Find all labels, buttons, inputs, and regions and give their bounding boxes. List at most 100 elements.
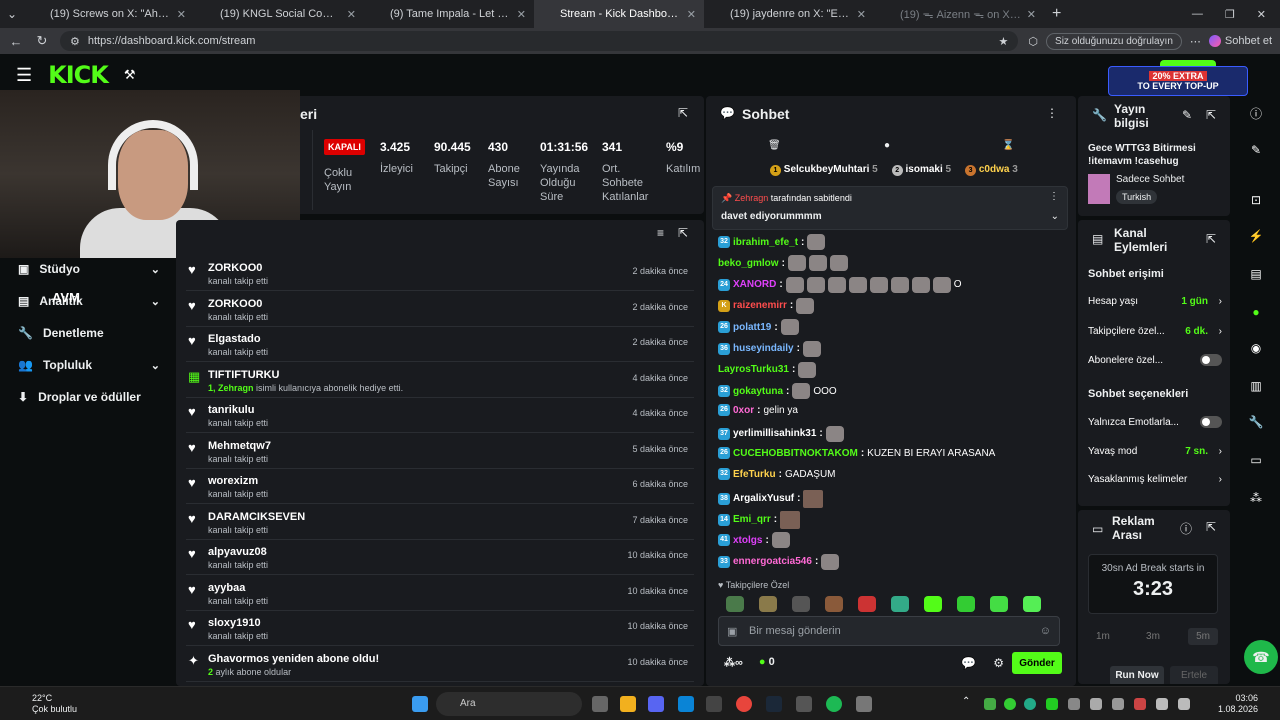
layout-icon[interactable]: ▥ bbox=[1246, 376, 1266, 396]
top-chatter[interactable]: 3 c0dwa 3 bbox=[965, 164, 1018, 176]
tray-icon[interactable] bbox=[1112, 698, 1124, 710]
drops-icon[interactable]: ⁂ bbox=[1246, 488, 1266, 508]
discord-icon[interactable] bbox=[648, 696, 664, 712]
chat-username[interactable]: ibrahim_efe_t bbox=[733, 237, 798, 248]
chat-username[interactable]: beko_gmlow bbox=[718, 258, 779, 269]
broadcast-icon[interactable]: ◉ bbox=[1246, 338, 1266, 358]
popout-icon[interactable]: ⇱ bbox=[678, 226, 688, 240]
taskbar-search[interactable]: Ara bbox=[436, 692, 582, 716]
chat-username[interactable]: raizenemirr bbox=[733, 300, 787, 311]
chat-username[interactable]: xtolgs bbox=[733, 535, 762, 546]
support-chat-button[interactable]: ☎ bbox=[1244, 640, 1278, 674]
weather-widget[interactable]: 22°C Çok bulutlu bbox=[12, 693, 77, 715]
sidebar-item-community[interactable]: 👥 Topluluk ⌄ bbox=[18, 358, 160, 372]
infinity-icon[interactable]: ⁂∞ bbox=[724, 656, 743, 669]
tray-icon[interactable] bbox=[984, 698, 996, 710]
emote-only-row[interactable]: Yalnızca Emotlarla... bbox=[1088, 416, 1222, 428]
edge-icon[interactable] bbox=[678, 696, 694, 712]
minimize-icon[interactable]: — bbox=[1192, 8, 1203, 21]
tab-2[interactable]: (9) Tame Impala - Let It Happen (O ✕ bbox=[364, 0, 534, 28]
close-window-icon[interactable]: ✕ bbox=[1257, 8, 1266, 21]
focus-icon[interactable]: ⊡ bbox=[1246, 190, 1266, 210]
site-info-icon[interactable]: ⚙ bbox=[70, 35, 80, 48]
emote-icon[interactable] bbox=[957, 596, 975, 612]
tab-4[interactable]: (19) jaydenre on X: "Evleri yakın ol ✕ bbox=[704, 0, 874, 28]
popout-icon[interactable]: ⇱ bbox=[1206, 232, 1216, 246]
chrome-icon[interactable] bbox=[736, 696, 752, 712]
language-tag[interactable]: Turkish bbox=[1116, 190, 1158, 204]
tab-5[interactable]: (19) ᯓ Aizenn ᯓ on X: "yemek yay ✕ bbox=[874, 0, 1044, 28]
banned-words-row[interactable]: Yasaklanmış kelimeler › bbox=[1088, 474, 1222, 485]
emote-icon[interactable] bbox=[827, 276, 846, 293]
chat-username[interactable]: yerlimillisahink31 bbox=[733, 428, 816, 439]
popout-icon[interactable]: ⇱ bbox=[678, 106, 688, 120]
emote-icon[interactable] bbox=[802, 340, 821, 357]
casehug-promo-banner[interactable]: 20% EXTRA TO EVERY TOP-UP bbox=[1108, 66, 1248, 96]
chat-username[interactable]: LayrosTurku31 bbox=[718, 364, 789, 375]
close-tab-icon[interactable]: ✕ bbox=[1027, 8, 1036, 21]
feed-name[interactable]: worexizm bbox=[208, 475, 258, 487]
feed-name[interactable]: tanrikulu bbox=[208, 404, 254, 416]
sidebar-item-studio[interactable]: ▣ Stüdyo ⌄ bbox=[18, 262, 160, 276]
tray-icon[interactable] bbox=[1068, 698, 1080, 710]
tab-3[interactable]: Stream - Kick Dashboard ✕ bbox=[534, 0, 704, 28]
feed-name[interactable]: DARAMCIKSEVEN bbox=[208, 511, 305, 523]
emote-icon[interactable] bbox=[890, 276, 909, 293]
sync-button[interactable]: Siz olduğunuzu doğrulayın bbox=[1046, 32, 1182, 50]
emote-icon[interactable] bbox=[780, 510, 801, 529]
chat-icon[interactable]: ● bbox=[1246, 302, 1266, 322]
emote-only-toggle[interactable] bbox=[1200, 416, 1222, 428]
emote-icon[interactable] bbox=[848, 276, 867, 293]
bookmark-icon[interactable]: ★ bbox=[999, 35, 1009, 48]
close-tab-icon[interactable]: ✕ bbox=[347, 8, 356, 21]
new-tab-button[interactable]: + bbox=[1052, 5, 1061, 23]
copilot-button[interactable]: Sohbet et bbox=[1208, 35, 1272, 47]
close-tab-icon[interactable]: ✕ bbox=[857, 8, 866, 21]
emote-icon[interactable] bbox=[787, 255, 806, 272]
chat-username[interactable]: huseyindaily bbox=[733, 343, 794, 354]
sidebar-item-drops[interactable]: ⬇ Droplar ve ödüller bbox=[18, 390, 160, 404]
feed-name[interactable]: ZORKOO0 bbox=[208, 262, 262, 274]
tray-icon[interactable] bbox=[1090, 698, 1102, 710]
emote-icon[interactable] bbox=[924, 596, 942, 612]
feed-name[interactable]: Ghavormos yeniden abone oldu! bbox=[208, 653, 379, 665]
hamburger-icon[interactable]: ☰ bbox=[16, 65, 32, 86]
back-icon[interactable]: ← bbox=[8, 34, 24, 49]
sidebar-item-analytics[interactable]: ▤ Analitik ⌄ bbox=[18, 294, 160, 308]
close-tab-icon[interactable]: ✕ bbox=[687, 8, 696, 21]
feed-name[interactable]: Elgastado bbox=[208, 333, 261, 345]
tab-0[interactable]: (19) Screws on X: "AhmetTurku Bu ✕ bbox=[24, 0, 194, 28]
top-chatter[interactable]: 1 SelcukbeyMuhtari 5 bbox=[770, 164, 878, 176]
subscribers-only-toggle[interactable] bbox=[1200, 354, 1222, 366]
emote-icon[interactable] bbox=[911, 276, 930, 293]
app-icon[interactable] bbox=[796, 696, 812, 712]
app-icon[interactable] bbox=[706, 696, 722, 712]
emote-icon[interactable] bbox=[891, 596, 909, 612]
extensions-icon[interactable]: ⬡ bbox=[1028, 35, 1038, 48]
emote-icon[interactable] bbox=[803, 489, 824, 508]
account-age-row[interactable]: Hesap yaşı 1 gün › bbox=[1088, 296, 1222, 307]
send-button[interactable]: Gönder bbox=[1012, 652, 1062, 674]
url-field[interactable]: ⚙ https://dashboard.kick.com/stream ★ bbox=[60, 31, 1019, 51]
chevron-down-icon[interactable]: ⌄ bbox=[1051, 211, 1059, 222]
more-icon[interactable]: ⋮ bbox=[1049, 191, 1059, 202]
feed-name[interactable]: Mehmetqw7 bbox=[208, 440, 271, 452]
spotify-icon[interactable] bbox=[826, 696, 842, 712]
emote-icon[interactable] bbox=[825, 425, 844, 442]
postpone-button[interactable]: Ertele bbox=[1170, 666, 1218, 684]
volume-icon[interactable] bbox=[1178, 698, 1190, 710]
chat-username[interactable]: ennergoatcia546 bbox=[733, 556, 812, 567]
close-tab-icon[interactable]: ✕ bbox=[517, 8, 526, 21]
feed-name[interactable]: sloxy1910 bbox=[208, 617, 261, 629]
more-icon[interactable]: ⋮ bbox=[1046, 106, 1058, 120]
ad-length-1m[interactable]: 1m bbox=[1088, 628, 1118, 645]
run-now-button[interactable]: Run Now bbox=[1110, 666, 1164, 684]
menu-icon[interactable]: ⋯ bbox=[1190, 35, 1201, 48]
clock[interactable]: 03:06 1.08.2026 bbox=[1206, 693, 1258, 715]
app-icon[interactable] bbox=[856, 696, 872, 712]
tab-1[interactable]: (19) KNGL Social Community / X ✕ bbox=[194, 0, 364, 28]
gear-icon[interactable]: ⚙ bbox=[993, 656, 1004, 670]
kick-logo[interactable]: KICK bbox=[48, 61, 109, 89]
chat-username[interactable]: EfeTurku bbox=[733, 469, 776, 480]
emote-icon[interactable] bbox=[807, 234, 826, 250]
